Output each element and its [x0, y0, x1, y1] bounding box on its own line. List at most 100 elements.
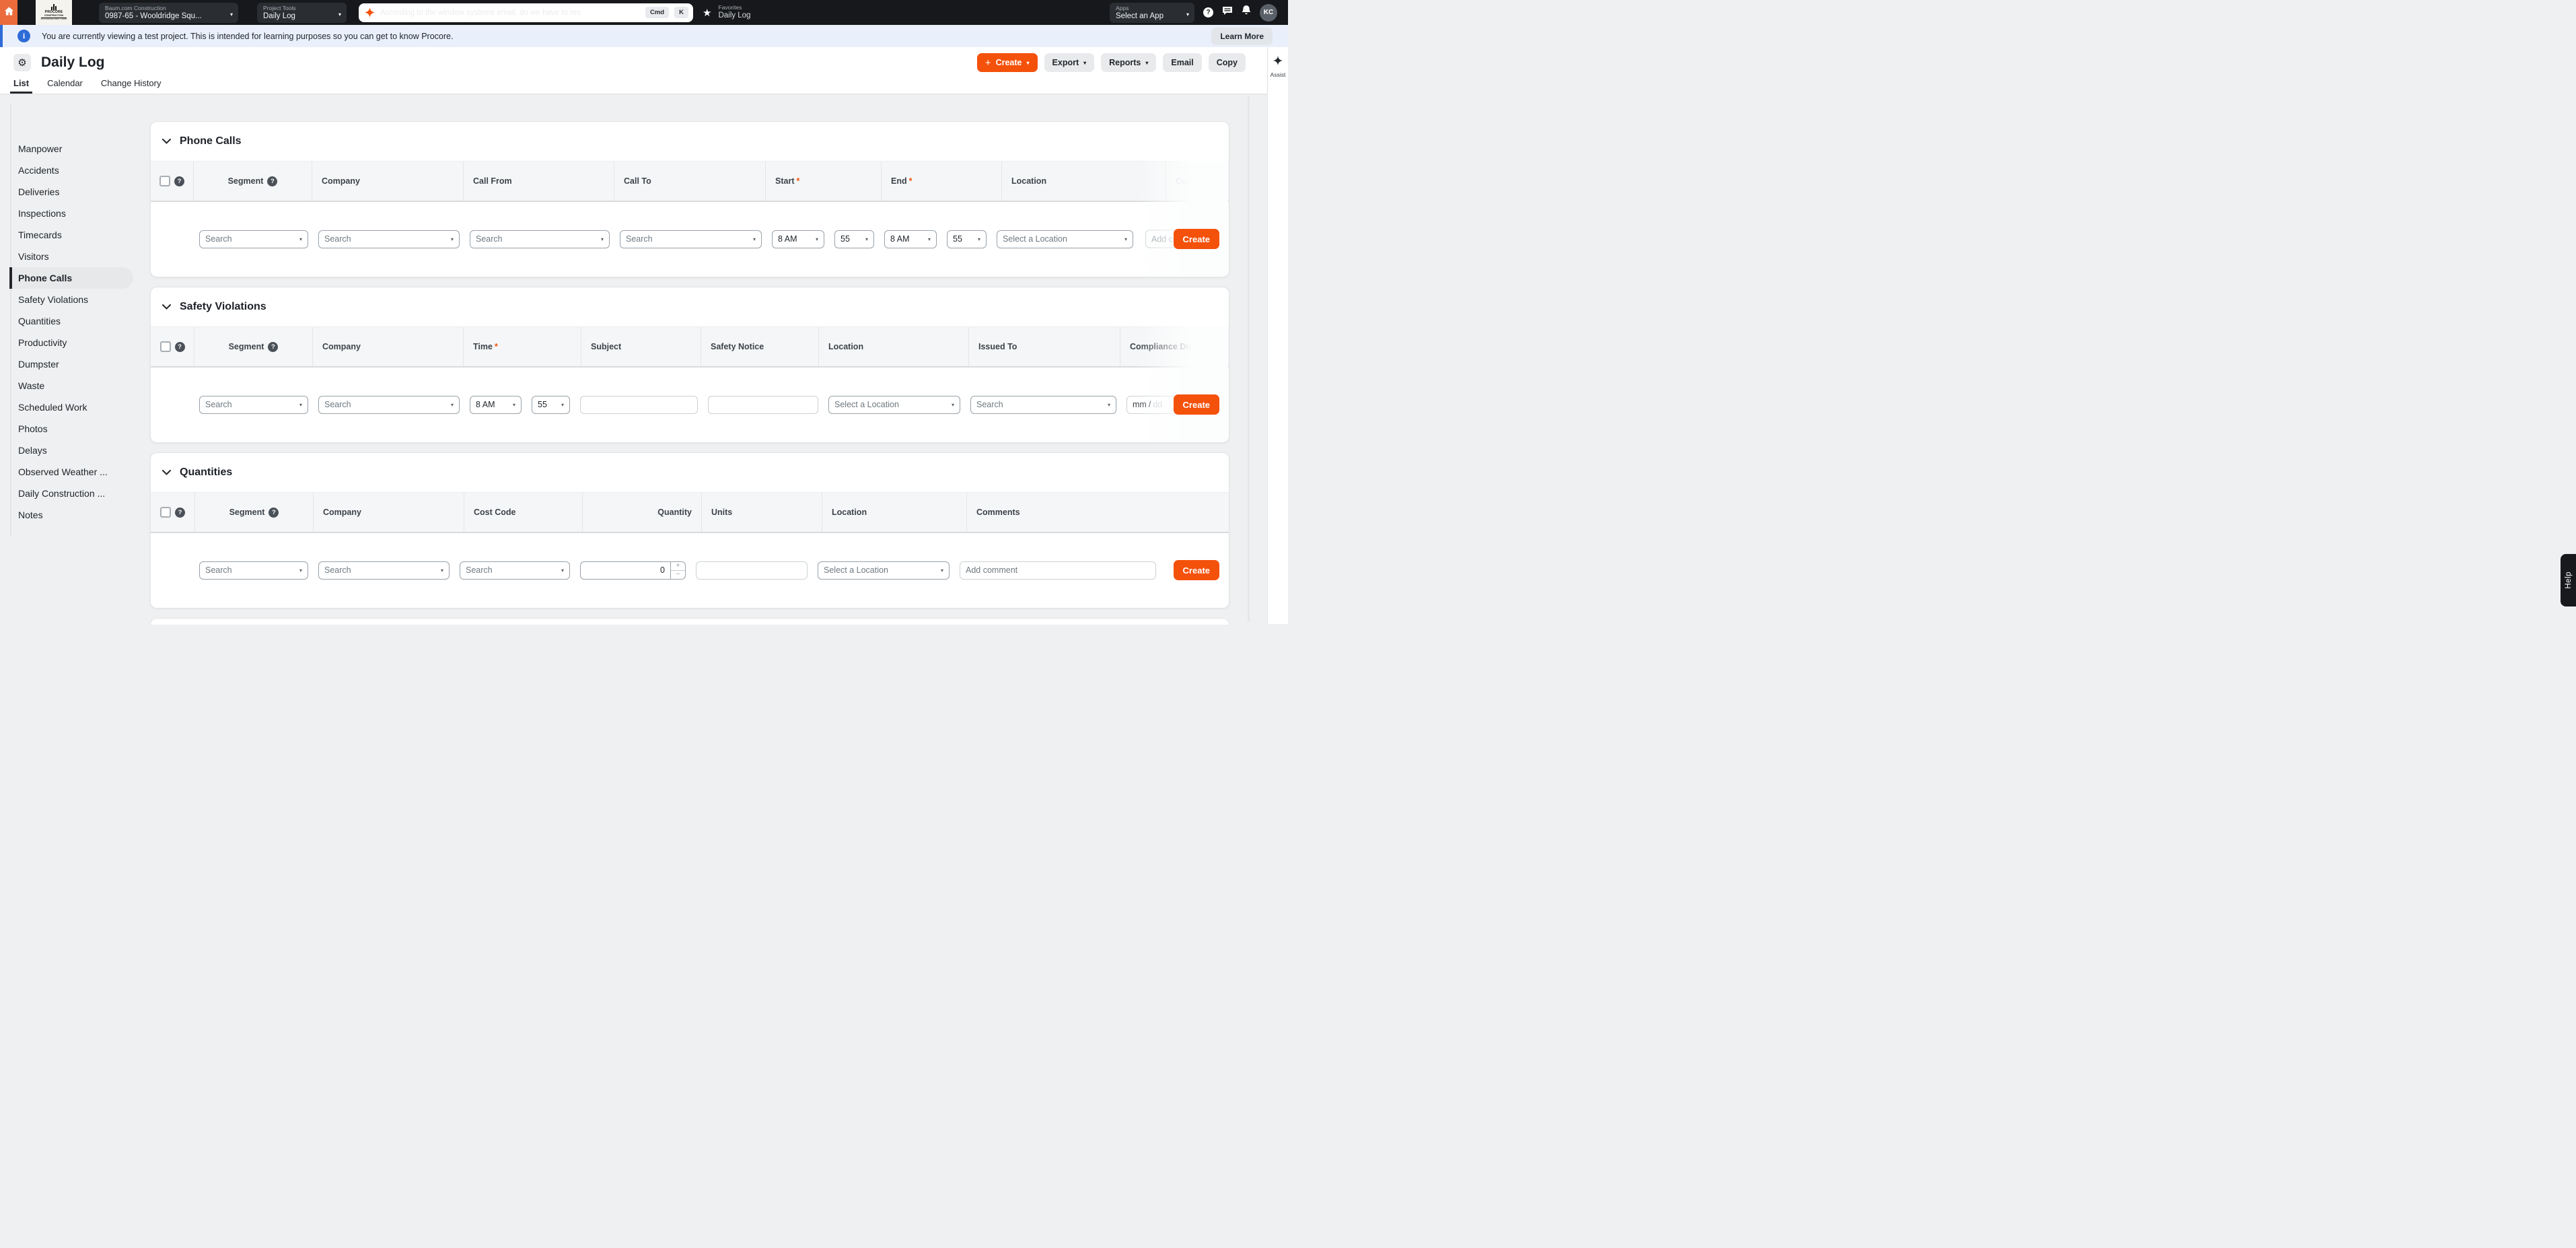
- stepper-controls: [670, 562, 685, 579]
- tab-calendar[interactable]: Calendar: [47, 78, 83, 94]
- end-minute-select[interactable]: 55: [947, 230, 987, 248]
- create-button[interactable]: Create: [977, 53, 1038, 72]
- issued-to-select[interactable]: Search: [970, 396, 1116, 414]
- feedback-button[interactable]: [1222, 6, 1233, 20]
- segment-select[interactable]: Search: [199, 230, 308, 248]
- row-create-button[interactable]: Create: [1174, 394, 1219, 415]
- cost-code-select[interactable]: Search: [460, 561, 570, 580]
- help-icon[interactable]: [269, 508, 279, 518]
- column-header-segment: Segment: [194, 327, 313, 366]
- learn-more-button[interactable]: Learn More: [1211, 28, 1273, 45]
- sidebar-item-dumpster[interactable]: Dumpster: [9, 353, 133, 375]
- notifications-button[interactable]: [1242, 5, 1251, 20]
- column-label: Call From: [473, 176, 512, 186]
- project-tools-picker[interactable]: Project Tools Daily Log: [257, 3, 347, 23]
- help-icon[interactable]: [267, 176, 277, 186]
- safety-notice-input[interactable]: [708, 396, 818, 414]
- location-select[interactable]: Select a Location: [828, 396, 960, 414]
- sidebar-item-productivity[interactable]: Productivity: [9, 332, 133, 353]
- tab-list[interactable]: List: [13, 78, 29, 94]
- select-all-checkbox[interactable]: [160, 507, 171, 518]
- help-icon[interactable]: [175, 342, 185, 352]
- help-icon[interactable]: [174, 176, 184, 186]
- select-all-checkbox[interactable]: [159, 176, 170, 186]
- sidebar-item-delays[interactable]: Delays: [9, 440, 133, 461]
- user-avatar[interactable]: KC: [1260, 4, 1277, 22]
- sidebar-item-visitors[interactable]: Visitors: [9, 246, 133, 267]
- sidebar-item-phone-calls[interactable]: Phone Calls: [9, 267, 133, 289]
- company-select[interactable]: Search: [318, 396, 460, 414]
- select-placeholder: Select a Location: [1003, 234, 1067, 244]
- apps-picker[interactable]: Apps Select an App: [1110, 3, 1194, 23]
- select-all-checkbox[interactable]: [160, 341, 171, 352]
- procore-construction-logo[interactable]: PROCORE CONSTRUCTION WOOLDRIDGE PARK TOW…: [36, 0, 72, 25]
- phone-calls-section: Phone Calls Segment Company Call From: [150, 121, 1229, 277]
- collapse-chevron-icon[interactable]: [162, 470, 171, 475]
- quantity-stepper[interactable]: 0: [580, 561, 686, 580]
- location-select[interactable]: Select a Location: [997, 230, 1133, 248]
- sidebar-item-notes[interactable]: Notes: [9, 504, 133, 526]
- segment-select[interactable]: Search: [199, 561, 308, 580]
- row-create-button[interactable]: Create: [1174, 229, 1219, 249]
- location-select[interactable]: Select a Location: [818, 561, 950, 580]
- sidebar-item-label: Manpower: [18, 143, 62, 154]
- help-icon[interactable]: [175, 508, 185, 518]
- call-from-select[interactable]: Search: [470, 230, 610, 248]
- help-tab[interactable]: Help: [2561, 554, 2576, 606]
- global-search-input[interactable]: According to the window systems email, d…: [359, 3, 693, 22]
- help-button[interactable]: [1203, 7, 1213, 18]
- tab-change-history[interactable]: Change History: [101, 78, 162, 94]
- subject-input[interactable]: [580, 396, 698, 414]
- select-value: 8 AM: [890, 234, 910, 244]
- sidebar-item-waste[interactable]: Waste: [9, 375, 133, 396]
- settings-gear-button[interactable]: [13, 54, 31, 71]
- sidebar-item-accidents[interactable]: Accidents: [9, 160, 133, 181]
- time-hour-select[interactable]: 8 AM: [470, 396, 522, 414]
- page-header: Daily Log Create Export Reports: [0, 47, 1267, 94]
- sidebar-item-inspections[interactable]: Inspections: [9, 203, 133, 224]
- email-button[interactable]: Email: [1163, 53, 1201, 72]
- sidebar-item-timecards[interactable]: Timecards: [9, 224, 133, 246]
- column-label: Segment: [229, 342, 264, 351]
- sidebar-item-photos[interactable]: Photos: [9, 418, 133, 440]
- favorites-shortcut[interactable]: Favorites Daily Log: [718, 4, 750, 21]
- sidebar-item-deliveries[interactable]: Deliveries: [9, 181, 133, 203]
- sidebar-item-scheduled-work[interactable]: Scheduled Work: [9, 396, 133, 418]
- sidebar-item-manpower[interactable]: Manpower: [9, 138, 133, 160]
- scrollbar[interactable]: [1248, 96, 1250, 621]
- comment-input[interactable]: Add comment: [960, 561, 1156, 580]
- increment-button[interactable]: [671, 562, 685, 571]
- decrement-button[interactable]: [671, 571, 685, 579]
- reports-button[interactable]: Reports: [1101, 53, 1156, 72]
- time-minute-select[interactable]: 55: [532, 396, 570, 414]
- company-select[interactable]: Search: [318, 561, 450, 580]
- column-header-cost-code: Cost Code: [464, 493, 583, 532]
- assist-sparkle-icon[interactable]: [1273, 56, 1283, 69]
- start-hour-select[interactable]: 8 AM: [772, 230, 824, 248]
- cmd-key-badge: Cmd: [645, 7, 669, 18]
- end-hour-select[interactable]: 8 AM: [884, 230, 937, 248]
- project-picker[interactable]: Baum.com Construction 0987-65 - Wooldrid…: [99, 3, 238, 23]
- chevron-down-icon: [938, 567, 943, 574]
- favorites-star-icon[interactable]: [703, 7, 711, 19]
- sidebar-item-daily-construction[interactable]: Daily Construction ...: [9, 483, 133, 504]
- collapse-chevron-icon[interactable]: [162, 304, 171, 310]
- column-label: Comments: [1176, 176, 1219, 186]
- column-label: Start: [775, 176, 794, 186]
- safety-violations-table-header: Segment Company Time* Subject Safety Not…: [151, 326, 1229, 368]
- sidebar-item-observed-weather[interactable]: Observed Weather ...: [9, 461, 133, 483]
- collapse-chevron-icon[interactable]: [162, 139, 171, 144]
- sidebar-item-label: Quantities: [18, 316, 61, 326]
- units-input[interactable]: [696, 561, 808, 580]
- row-create-button[interactable]: Create: [1174, 560, 1219, 580]
- help-icon[interactable]: [268, 342, 278, 352]
- export-button[interactable]: Export: [1044, 53, 1095, 72]
- copy-button[interactable]: Copy: [1209, 53, 1246, 72]
- home-button[interactable]: [0, 0, 17, 25]
- sidebar-item-quantities[interactable]: Quantities: [9, 310, 133, 332]
- segment-select[interactable]: Search: [199, 396, 308, 414]
- call-to-select[interactable]: Search: [620, 230, 762, 248]
- sidebar-item-safety-violations[interactable]: Safety Violations: [9, 289, 133, 310]
- company-select[interactable]: Search: [318, 230, 460, 248]
- start-minute-select[interactable]: 55: [834, 230, 874, 248]
